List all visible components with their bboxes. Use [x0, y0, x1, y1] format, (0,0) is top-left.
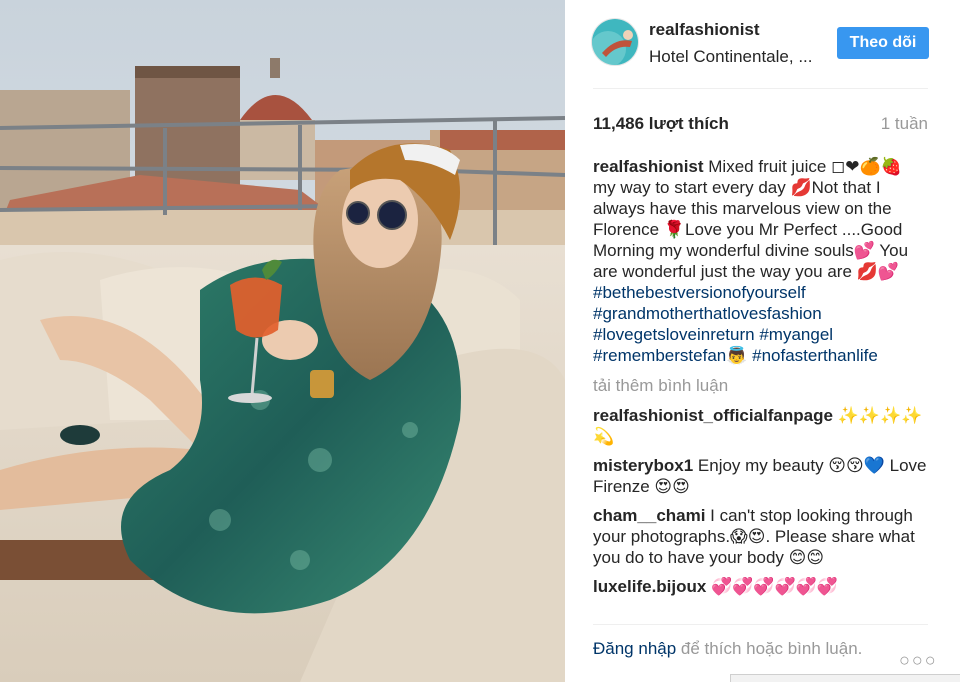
post-caption: realfashionist Mixed fruit juice ◻❤🍊🍓 my…	[593, 156, 928, 366]
browser-status-bar	[730, 674, 960, 682]
post-location[interactable]: Hotel Continentale, ...	[649, 47, 819, 67]
likes-row: 11,486 lượt thích 1 tuần	[593, 114, 928, 136]
comment-username[interactable]: realfashionist_officialfanpage	[593, 406, 833, 425]
header-divider	[593, 88, 928, 89]
hashtag[interactable]: #grandmotherthatlovesfashion	[593, 304, 822, 323]
post-username[interactable]: realfashionist	[649, 20, 760, 40]
more-options-icon[interactable]: ○○○	[899, 650, 938, 671]
comment-text: 💞💞💞💞💞💞	[706, 577, 839, 596]
comment-item: luxelife.bijoux 💞💞💞💞💞💞	[593, 576, 928, 597]
hashtag[interactable]: #myangel	[759, 325, 833, 344]
photo-illustration	[0, 0, 565, 682]
comment-item: misterybox1 Enjoy my beauty 😚😚💙 Love Fir…	[593, 455, 928, 497]
login-link[interactable]: Đăng nhập	[593, 639, 676, 658]
hashtag-emoji: 👼	[726, 346, 753, 365]
login-prompt-text: để thích hoặc bình luận.	[676, 639, 863, 658]
comment-item: realfashionist_officialfanpage ✨✨✨✨💫	[593, 405, 928, 447]
comments-section: realfashionist Mixed fruit juice ◻❤🍊🍓 my…	[593, 156, 928, 605]
profile-avatar[interactable]	[591, 18, 639, 66]
comment-username[interactable]: luxelife.bijoux	[593, 577, 706, 596]
avatar-image	[592, 19, 638, 65]
footer-divider	[593, 624, 928, 625]
comment-username[interactable]: misterybox1	[593, 456, 693, 475]
hashtag[interactable]: #lovegetsloveinreturn	[593, 325, 755, 344]
comment-item: cham__chami I can't stop looking through…	[593, 505, 928, 568]
post-photo[interactable]	[0, 0, 565, 682]
caption-username[interactable]: realfashionist	[593, 157, 704, 176]
login-prompt: Đăng nhập để thích hoặc bình luận.	[593, 638, 893, 659]
hashtag[interactable]: #nofasterthanlife	[752, 346, 878, 365]
comment-username[interactable]: cham__chami	[593, 506, 705, 525]
post-header: realfashionist Hotel Continentale, ... T…	[565, 0, 960, 88]
post-side-panel: realfashionist Hotel Continentale, ... T…	[565, 0, 960, 682]
hashtag[interactable]: #rememberstefan	[593, 346, 726, 365]
likes-count[interactable]: 11,486 lượt thích	[593, 114, 729, 134]
post-timestamp[interactable]: 1 tuần	[881, 114, 928, 134]
follow-button[interactable]: Theo dõi	[837, 27, 929, 59]
hashtag[interactable]: #bethebestversionofyourself	[593, 283, 806, 302]
load-more-comments[interactable]: tải thêm bình luận	[593, 376, 928, 396]
